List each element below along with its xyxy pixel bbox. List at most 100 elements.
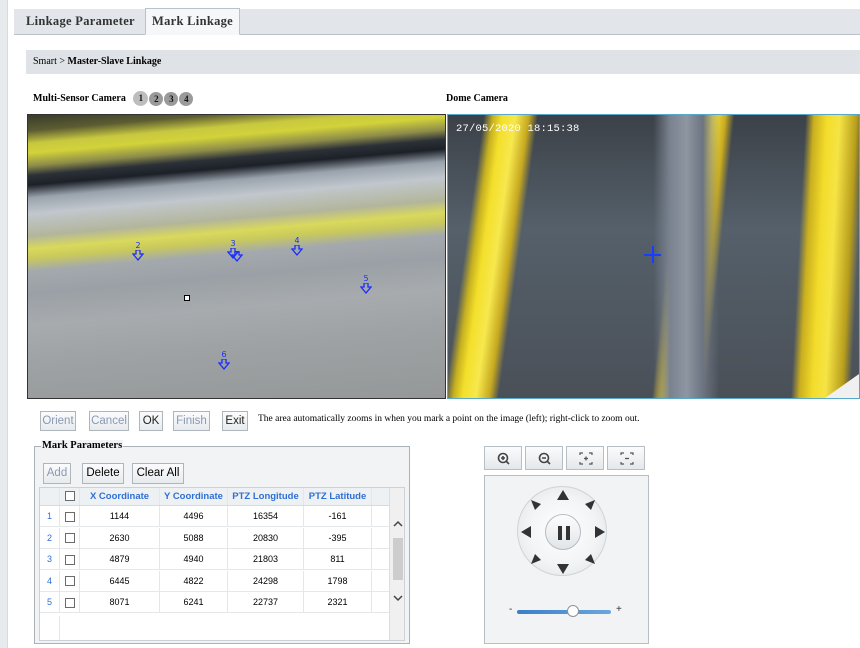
table-row[interactable]: 4 6445 4822 24298 1798 (40, 570, 389, 592)
table-row[interactable]: 2 2630 5088 20830 -395 (40, 527, 389, 549)
pan-up-right-icon[interactable] (584, 500, 595, 514)
mark-parameters-group: Mark Parameters Add Delete Clear All X C… (34, 440, 410, 644)
orient-button[interactable]: Orient (40, 411, 76, 431)
add-button[interactable]: Add (43, 463, 71, 484)
header-ptz-latitude[interactable]: PTZ Latitude (304, 488, 372, 505)
ptz-latitude-cell: 1798 (304, 570, 372, 591)
marker-label: 4 (294, 236, 300, 245)
zoom-in-button[interactable] (484, 446, 522, 470)
scrollbar-thumb[interactable] (393, 538, 403, 580)
table-row[interactable]: 5 8071 6241 22737 2321 (40, 592, 389, 613)
area-zoom-in-button[interactable] (566, 446, 604, 470)
mark-point-marker[interactable]: 6 (216, 350, 232, 376)
row-select-checkbox[interactable] (64, 511, 75, 522)
multi-sensor-header: Multi-Sensor Camera 1234 (33, 91, 194, 106)
breadcrumb-root[interactable]: Smart (33, 56, 57, 67)
row-select-checkbox[interactable] (64, 576, 75, 587)
pan-down-icon[interactable] (556, 563, 570, 578)
pan-left-icon[interactable] (520, 525, 532, 542)
y-coordinate-cell: 4496 (160, 506, 228, 526)
table-row[interactable]: 1 1144 4496 16354 -161 (40, 506, 389, 527)
delete-button[interactable]: Delete (82, 463, 124, 484)
zoom-slider-track[interactable] (517, 610, 611, 614)
sensor-button-1[interactable]: 1 (133, 91, 149, 106)
pan-up-icon[interactable] (556, 489, 570, 504)
multi-sensor-video[interactable]: 2 3 3 4 5 6 (27, 114, 446, 399)
left-border (0, 0, 8, 648)
zoom-slider-knob[interactable] (567, 605, 580, 617)
y-coordinate-cell: 4822 (160, 570, 228, 591)
dome-camera-video[interactable]: 27/05/2020 18:15:38 (447, 114, 860, 399)
row-select-checkbox[interactable] (64, 597, 75, 608)
pause-icon (558, 526, 570, 540)
sensor-button-4[interactable]: 4 (179, 91, 194, 106)
row-index: 1 (40, 506, 60, 526)
x-coordinate-cell: 4879 (80, 549, 160, 569)
ptz-longitude-cell: 21803 (228, 549, 304, 569)
row-index: 5 (40, 592, 60, 612)
marker-label: 6 (221, 350, 227, 359)
row-select-checkbox[interactable] (64, 533, 75, 544)
scroll-up-icon[interactable] (392, 518, 404, 530)
row-select-checkbox[interactable] (64, 554, 75, 565)
center-crosshair-icon (644, 246, 661, 263)
scroll-down-icon[interactable] (392, 592, 404, 604)
multi-sensor-title: Multi-Sensor Camera (33, 92, 126, 104)
x-coordinate-cell: 1144 (80, 506, 160, 526)
zoom-out-icon (538, 452, 551, 465)
header-select-all (60, 488, 80, 505)
y-coordinate-cell: 4940 (160, 549, 228, 569)
ptz-latitude-cell: -395 (304, 527, 372, 548)
ok-button[interactable]: OK (139, 411, 163, 431)
row-checkbox (60, 506, 80, 526)
ptz-longitude-cell: 16354 (228, 506, 304, 526)
pause-button[interactable] (545, 514, 581, 550)
finish-button[interactable]: Finish (173, 411, 210, 431)
exit-button[interactable]: Exit (222, 411, 248, 431)
tab-mark-linkage[interactable]: Mark Linkage (145, 8, 241, 35)
sensor-button-2[interactable]: 2 (149, 91, 164, 106)
row-index: 2 (40, 527, 60, 548)
sensor-button-3[interactable]: 3 (164, 91, 179, 106)
mark-point-marker[interactable]: 3 (229, 242, 245, 268)
mark-parameters-table: X Coordinate Y Coordinate PTZ Longitude … (39, 487, 405, 641)
table-row[interactable]: 3 4879 4940 21803 811 (40, 549, 389, 570)
pan-up-left-icon[interactable] (531, 500, 542, 514)
zoom-in-icon (497, 452, 510, 465)
marker-arrow-icon (291, 245, 303, 257)
video-timestamp: 27/05/2020 18:15:38 (456, 123, 580, 135)
mark-point-marker[interactable]: 2 (130, 241, 146, 267)
ptz-longitude-cell: 24298 (228, 570, 304, 591)
table-scrollbar[interactable] (389, 488, 404, 640)
header-x-coordinate[interactable]: X Coordinate (80, 488, 160, 505)
zoom-out-button[interactable] (525, 446, 563, 470)
row-index: 4 (40, 570, 60, 591)
ptz-longitude-cell: 20830 (228, 527, 304, 548)
y-coordinate-cell: 5088 (160, 527, 228, 548)
tab-bar: Linkage Parameter Mark Linkage (14, 8, 860, 35)
dome-camera-title: Dome Camera (446, 93, 508, 104)
x-coordinate-cell: 2630 (80, 527, 160, 548)
header-y-coordinate[interactable]: Y Coordinate (160, 488, 228, 505)
hint-text: The area automatically zooms in when you… (258, 414, 640, 424)
mark-point-marker[interactable]: 4 (289, 236, 305, 262)
cursor-square-marker (184, 295, 190, 301)
cancel-button[interactable]: Cancel (89, 411, 129, 431)
row-index (40, 616, 60, 640)
select-all-checkbox[interactable] (64, 491, 75, 502)
mark-point-marker[interactable]: 5 (358, 274, 374, 300)
header-ptz-longitude[interactable]: PTZ Longitude (228, 488, 304, 505)
pan-down-right-icon[interactable] (584, 553, 595, 567)
breadcrumb-current: Master-Slave Linkage (67, 56, 162, 67)
table-row-partial (40, 614, 389, 640)
mark-parameters-title: Mark Parameters (41, 440, 124, 451)
tab-linkage-parameter[interactable]: Linkage Parameter (20, 9, 141, 35)
breadcrumb-separator: > (59, 56, 66, 67)
clear-all-button[interactable]: Clear All (132, 463, 184, 484)
pan-down-left-icon[interactable] (531, 553, 542, 567)
ptz-longitude-cell: 22737 (228, 592, 304, 612)
pan-right-icon[interactable] (594, 525, 606, 542)
zoom-minus-label: - (509, 604, 513, 615)
area-zoom-out-button[interactable] (607, 446, 645, 470)
zoom-plus-label: + (616, 604, 622, 615)
